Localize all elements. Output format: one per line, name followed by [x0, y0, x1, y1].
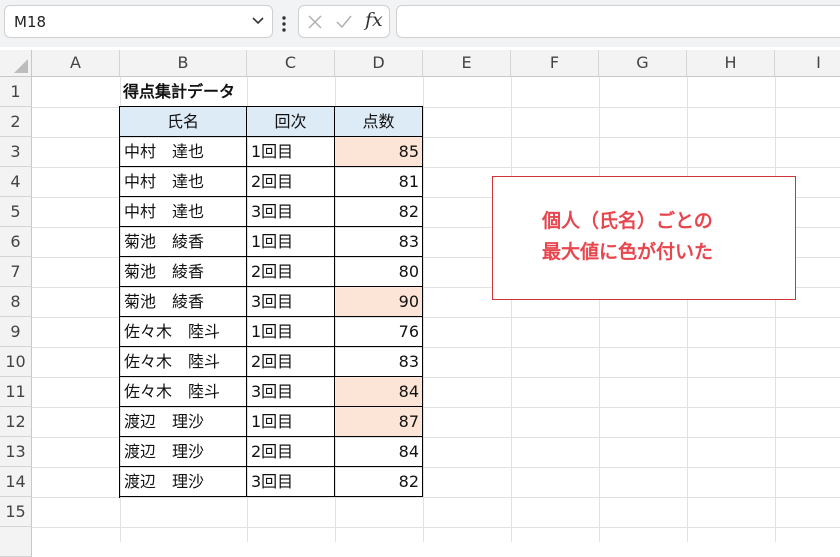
cell-round[interactable]: 3回目	[247, 287, 335, 317]
cell-round[interactable]: 2回目	[247, 167, 335, 197]
cell-name[interactable]: 佐々木 陸斗	[120, 377, 247, 407]
cell-name[interactable]: 菊池 綾香	[120, 287, 247, 317]
header-round[interactable]: 回次	[247, 107, 335, 137]
cell-round[interactable]: 1回目	[247, 137, 335, 167]
row-header-12[interactable]: 12	[0, 407, 32, 437]
cell-score[interactable]: 82	[335, 197, 423, 227]
cell-name[interactable]: 中村 達也	[120, 137, 247, 167]
row-header-11[interactable]: 11	[0, 377, 32, 407]
header-score[interactable]: 点数	[335, 107, 423, 137]
row-header-4[interactable]: 4	[0, 167, 32, 197]
cell-round[interactable]: 1回目	[247, 227, 335, 257]
row-header-8[interactable]: 8	[0, 287, 32, 317]
cell-score[interactable]: 76	[335, 317, 423, 347]
cell-score[interactable]: 84	[335, 377, 423, 407]
cell-name[interactable]: 佐々木 陸斗	[120, 317, 247, 347]
cell-score[interactable]: 83	[335, 227, 423, 257]
cell-score[interactable]: 87	[335, 407, 423, 437]
row-header-13[interactable]: 13	[0, 437, 32, 467]
callout-line-1: 個人（氏名）ごとの	[542, 210, 713, 232]
row-header-3[interactable]: 3	[0, 137, 32, 167]
cell-score[interactable]: 80	[335, 257, 423, 287]
row-header-9[interactable]: 9	[0, 317, 32, 347]
row-header-6[interactable]: 6	[0, 227, 32, 257]
cell-score[interactable]: 90	[335, 287, 423, 317]
cell-score[interactable]: 83	[335, 347, 423, 377]
cell-score[interactable]: 85	[335, 137, 423, 167]
cell-round[interactable]: 3回目	[247, 377, 335, 407]
cell-name[interactable]: 中村 達也	[120, 197, 247, 227]
header-name[interactable]: 氏名	[120, 107, 247, 137]
cell-score[interactable]: 82	[335, 467, 423, 497]
row-header-16[interactable]	[0, 527, 32, 557]
row-header-5[interactable]: 5	[0, 197, 32, 227]
row-header-7[interactable]: 7	[0, 257, 32, 287]
cell-round[interactable]: 1回目	[247, 407, 335, 437]
cell-round[interactable]: 3回目	[247, 197, 335, 227]
row-header-10[interactable]: 10	[0, 347, 32, 377]
sheet-title[interactable]: 得点集計データ	[120, 77, 335, 107]
cell-name[interactable]: 菊池 綾香	[120, 257, 247, 287]
row-header-2[interactable]: 2	[0, 107, 32, 137]
cell-name[interactable]: 菊池 綾香	[120, 227, 247, 257]
row-header-15[interactable]: 15	[0, 497, 32, 527]
cell-name[interactable]: 佐々木 陸斗	[120, 347, 247, 377]
cell-round[interactable]: 3回目	[247, 467, 335, 497]
cell-round[interactable]: 2回目	[247, 437, 335, 467]
cell-round[interactable]: 2回目	[247, 347, 335, 377]
cell-round[interactable]: 2回目	[247, 257, 335, 287]
callout-line-2: 最大値に色が付いた	[542, 241, 714, 263]
cell-score[interactable]: 84	[335, 437, 423, 467]
cell-name[interactable]: 中村 達也	[120, 167, 247, 197]
cell-name[interactable]: 渡辺 理沙	[120, 467, 247, 497]
row-header-14[interactable]: 14	[0, 467, 32, 497]
row-header-1[interactable]: 1	[0, 77, 32, 107]
callout-box[interactable]: 個人（氏名）ごとの 最大値に色が付いた	[492, 176, 796, 300]
cell-name[interactable]: 渡辺 理沙	[120, 437, 247, 467]
cell-round[interactable]: 1回目	[247, 317, 335, 347]
cell-score[interactable]: 81	[335, 167, 423, 197]
cell-name[interactable]: 渡辺 理沙	[120, 407, 247, 437]
